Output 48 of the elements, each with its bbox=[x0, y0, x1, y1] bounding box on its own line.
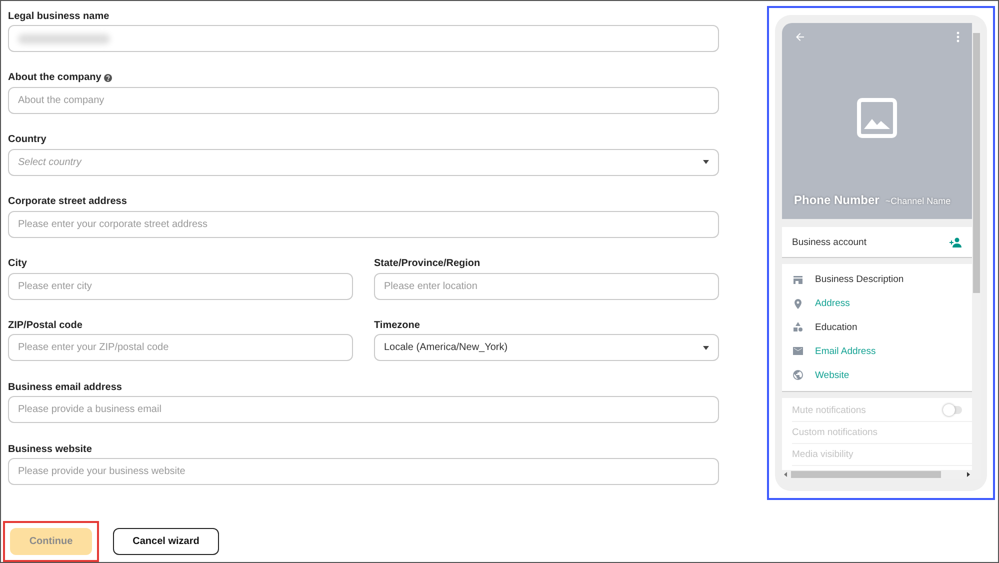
setting-label: Media visibility bbox=[792, 448, 854, 460]
info-link[interactable]: Address bbox=[815, 298, 850, 310]
scroll-right-icon[interactable] bbox=[967, 472, 970, 477]
field-label: Country bbox=[8, 134, 46, 146]
field-label: About the company bbox=[8, 72, 102, 84]
more-icon[interactable] bbox=[956, 31, 960, 43]
mail-icon bbox=[792, 345, 804, 358]
location-pin-icon bbox=[792, 298, 804, 310]
input-field[interactable]: Please provide a business email bbox=[8, 396, 719, 424]
field-label: State/Province/Region bbox=[374, 258, 480, 269]
input-field[interactable]: Please enter your ZIP/postal code bbox=[8, 334, 353, 362]
caret-icon bbox=[703, 160, 709, 164]
account-label: Business account bbox=[792, 236, 866, 248]
field-label: Business website bbox=[8, 444, 92, 455]
input-field[interactable] bbox=[8, 25, 719, 52]
profile-title: Phone Number bbox=[794, 193, 880, 207]
scroll-left-icon[interactable] bbox=[784, 472, 787, 477]
toggle-switch[interactable] bbox=[944, 406, 962, 414]
field-label: Legal business name bbox=[8, 10, 110, 22]
info-label: Education bbox=[815, 322, 858, 333]
field-label: ZIP/Postal code bbox=[8, 320, 82, 331]
scrollbar-thumb[interactable] bbox=[973, 33, 980, 293]
globe-icon bbox=[792, 369, 804, 382]
add-person-icon[interactable] bbox=[949, 236, 962, 248]
select-field[interactable]: Locale (America/New_York) bbox=[374, 334, 719, 362]
info-label: Business Description bbox=[815, 274, 904, 286]
profile-subtitle: ~Channel Name bbox=[885, 196, 951, 206]
field-label: City bbox=[8, 258, 27, 269]
back-arrow-icon[interactable] bbox=[794, 31, 806, 43]
field-label: Timezone bbox=[374, 320, 420, 331]
input-field[interactable]: Please provide your business website bbox=[8, 458, 719, 486]
field-label: Business email address bbox=[8, 382, 122, 393]
field-label: Corporate street address bbox=[8, 196, 127, 208]
store-icon bbox=[792, 274, 804, 286]
setting-label: Custom notifications bbox=[792, 426, 878, 438]
setting-label: Mute notifications bbox=[792, 404, 866, 416]
input-field[interactable]: Please enter location bbox=[374, 272, 719, 300]
scrollbar-thumb[interactable] bbox=[791, 471, 941, 478]
caret-icon bbox=[703, 346, 709, 350]
shapes-icon bbox=[792, 321, 804, 334]
cancel-button[interactable]: Cancel wizard bbox=[113, 528, 219, 555]
info-link[interactable]: Email Address bbox=[815, 346, 876, 357]
info-link[interactable]: Website bbox=[815, 370, 850, 381]
input-field[interactable]: Please enter city bbox=[8, 272, 353, 300]
select-field[interactable]: Select country bbox=[8, 148, 719, 176]
input-field[interactable]: Please enter your corporate street address bbox=[8, 210, 719, 238]
input-field[interactable]: About the company bbox=[8, 86, 719, 114]
image-icon bbox=[857, 98, 897, 138]
